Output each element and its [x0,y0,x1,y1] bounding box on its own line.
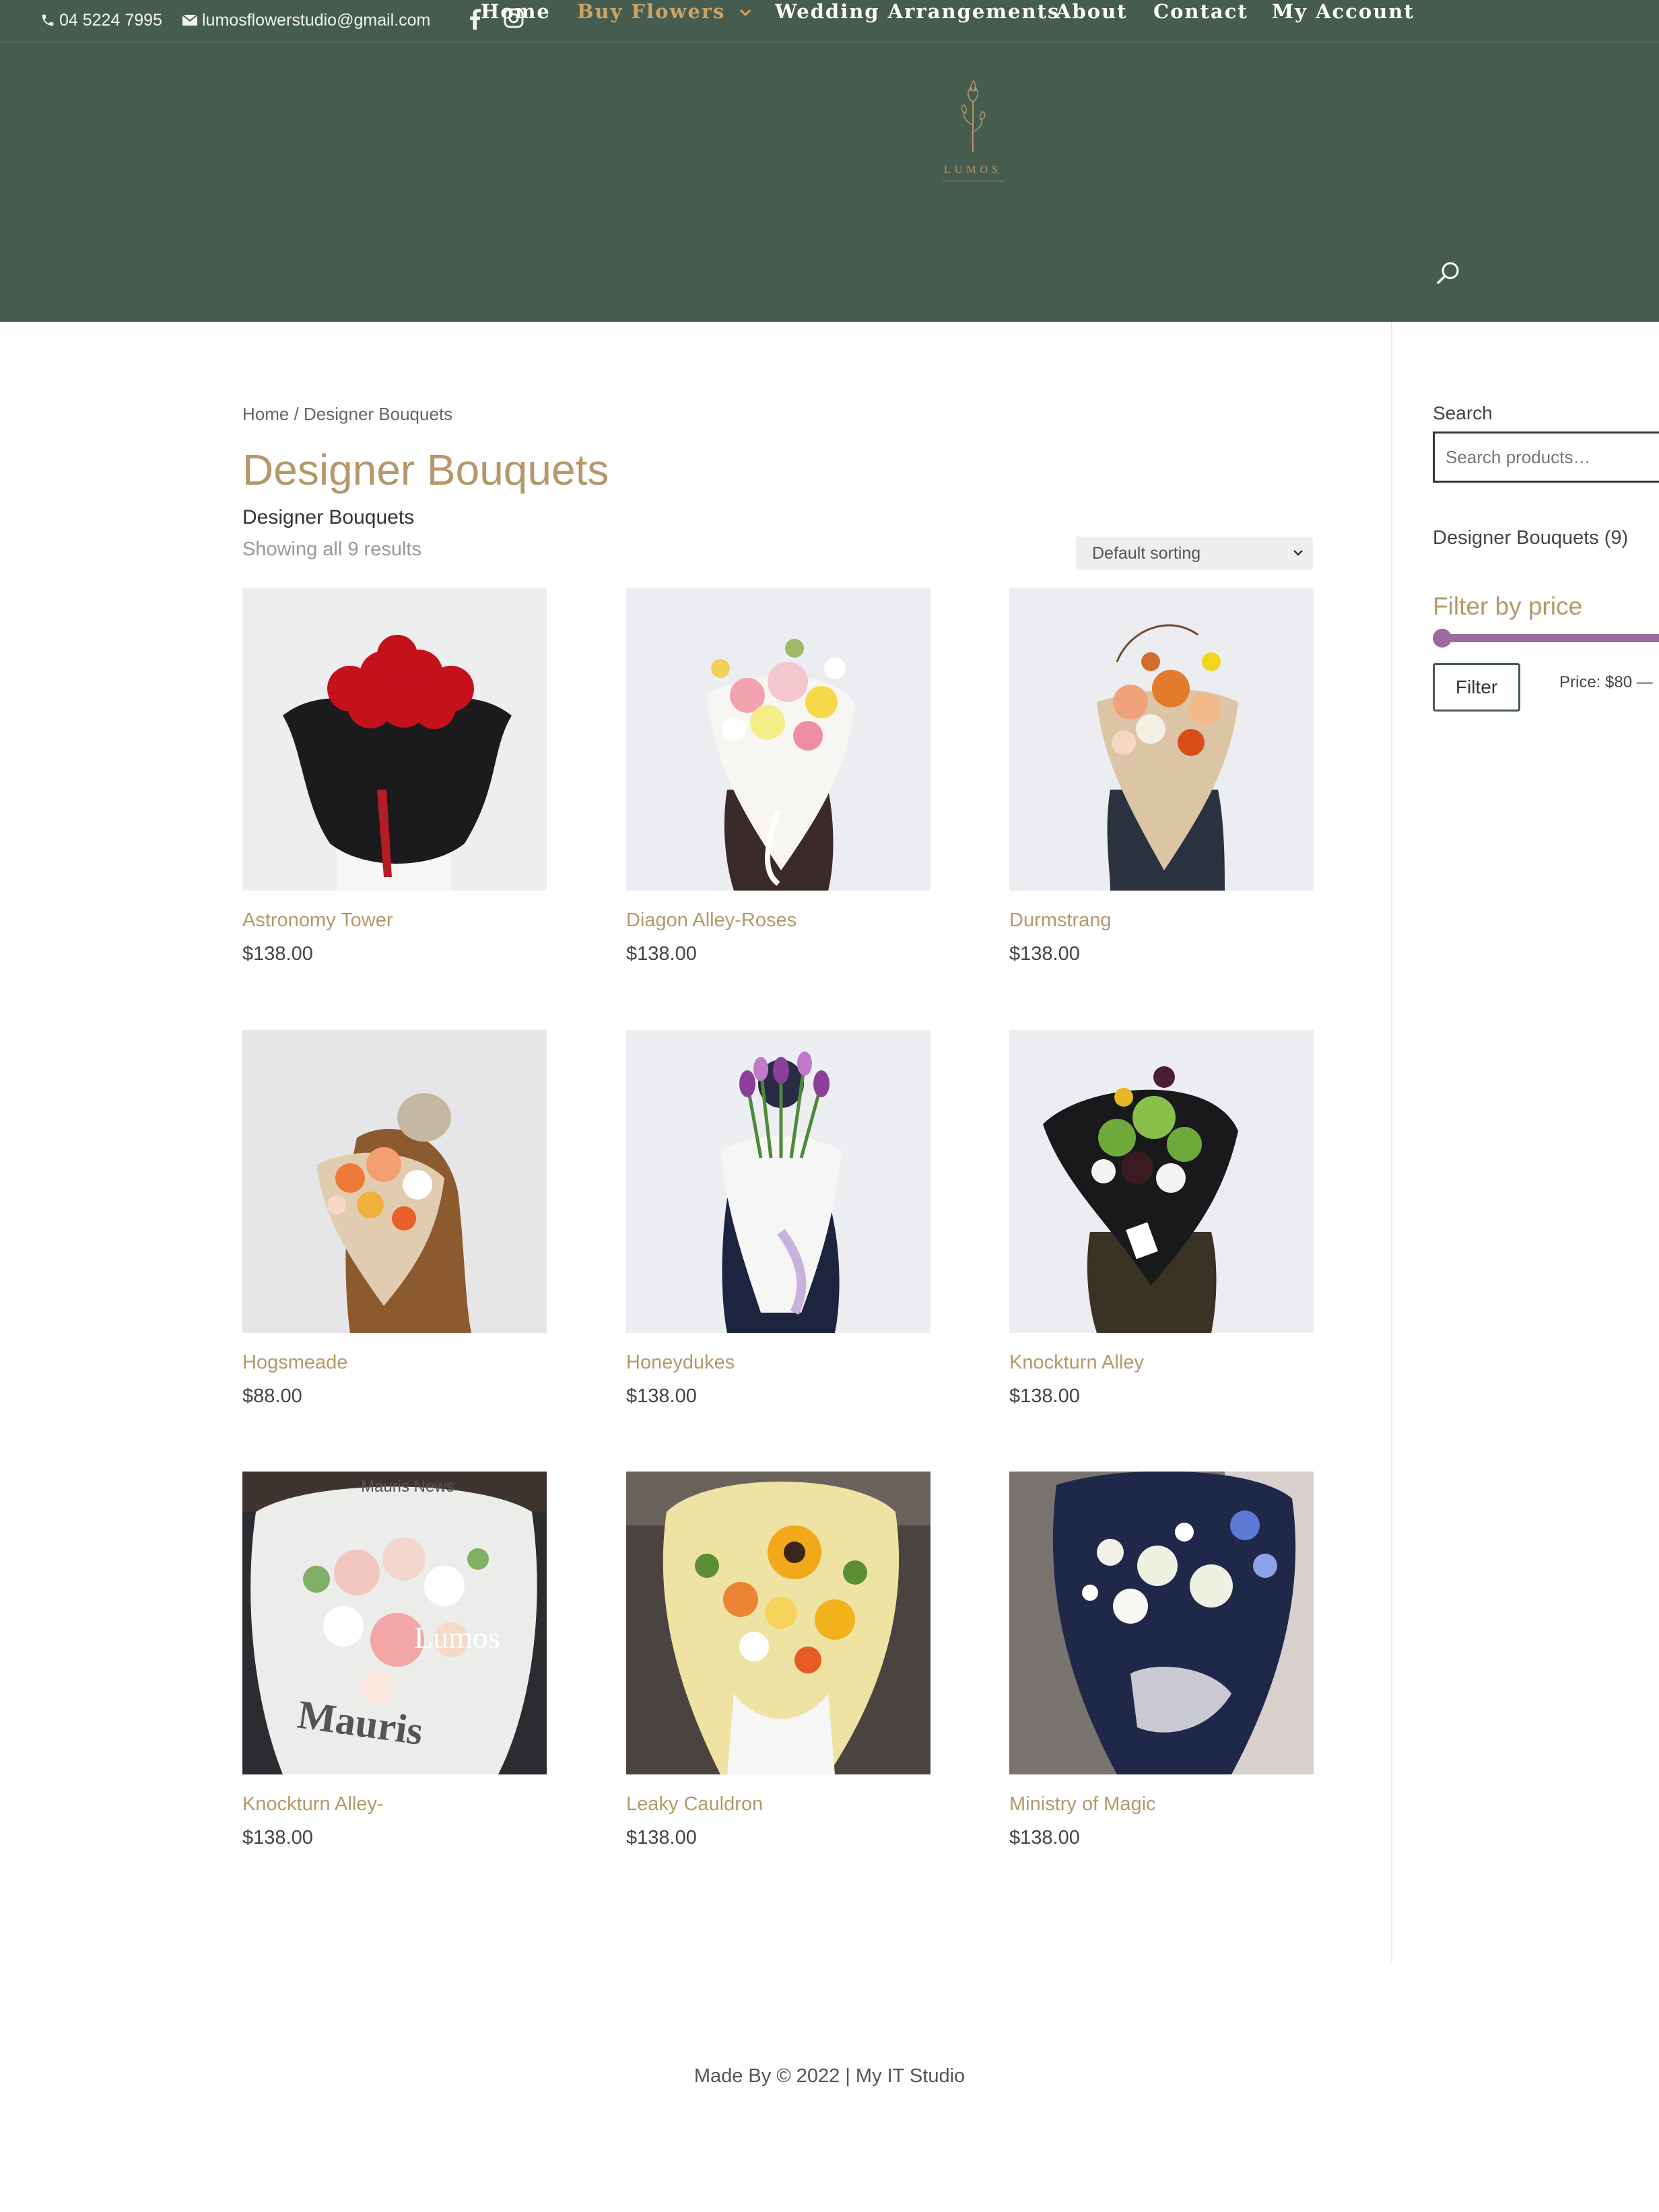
product-price: $138.00 [1009,1827,1080,1848]
product-image[interactable] [626,588,930,891]
product-image[interactable] [242,588,547,891]
sort-selected-value: Default sorting [1092,544,1201,563]
product-image[interactable] [626,1030,930,1333]
sidebar-search-label: Search [1433,403,1493,423]
watermark-text: Lumos [414,1620,500,1655]
product-name[interactable]: Knockturn Alley [1009,1352,1144,1374]
breadcrumb[interactable]: Home / Designer Bouquets [242,404,452,425]
site-header [0,43,1659,322]
sort-select[interactable]: Default sorting [1076,537,1313,570]
nav-my-account[interactable]: My Account [1272,0,1415,27]
product-name[interactable]: Knockturn Alley- [242,1793,384,1816]
nav-contact[interactable]: Contact [1153,0,1248,27]
product-price: $88.00 [242,1385,302,1407]
product-search-input[interactable] [1433,431,1659,483]
phone-contact[interactable]: 04 5224 7995 [40,9,162,31]
product-image[interactable]: Mauris News Mauris Lumos [242,1472,547,1774]
product-name[interactable]: Durmstrang [1009,909,1112,932]
nav-buy-flowers-label: Buy Flowers [577,0,726,23]
product-price: $138.00 [242,1827,313,1848]
newspaper-text: Mauris News [361,1478,454,1496]
phone-number: 04 5224 7995 [59,11,162,30]
filter-button[interactable]: Filter [1433,663,1520,712]
product-image[interactable] [626,1472,930,1774]
price-slider-track[interactable] [1433,634,1659,642]
category-description: Designer Bouquets [242,506,415,528]
product-name[interactable]: Leaky Cauldron [626,1793,763,1816]
page-title: Designer Bouquets [242,446,609,494]
facebook-icon[interactable] [469,8,481,30]
product-image[interactable] [242,1030,547,1333]
results-count: Showing all 9 results [242,539,421,560]
category-link[interactable]: Designer Bouquets (9) [1433,527,1628,549]
nav-about[interactable]: About [1056,0,1128,27]
product-name[interactable]: Hogsmeade [242,1352,347,1374]
chevron-down-icon [739,9,751,17]
product-price: $138.00 [626,1385,697,1407]
nav-buy-flowers[interactable]: Buy Flowers [577,0,751,27]
nav-wedding-arrangements[interactable]: Wedding Arrangements [775,0,1060,27]
product-price: $138.00 [626,943,697,965]
product-name[interactable]: Ministry of Magic [1009,1793,1156,1816]
price-slider-handle[interactable] [1433,629,1452,648]
product-price: $138.00 [1009,943,1080,965]
logo-wordmark: LUMOS [943,164,1002,176]
product-name[interactable]: Diagon Alley-Roses [626,909,797,932]
chevron-down-icon [1293,550,1303,556]
product-image[interactable] [1009,1472,1314,1774]
product-price: $138.00 [242,943,313,965]
logo-underline [943,180,1003,182]
site-logo[interactable]: LUMOS [936,65,1010,186]
product-image[interactable] [1009,588,1314,891]
email-address: lumosflowerstudio@gmail.com [202,11,431,30]
product-price: $138.00 [626,1827,697,1848]
price-range-text: Price: $80 — [1559,673,1653,691]
product-image[interactable] [1009,1030,1314,1333]
sidebar-divider [1391,322,1392,1963]
filter-by-price-title: Filter by price [1433,592,1583,620]
search-icon[interactable] [1435,260,1462,287]
product-price: $138.00 [1009,1385,1080,1407]
footer-credit: Made By © 2022 | My IT Studio [693,2065,966,2087]
product-name[interactable]: Astronomy Tower [242,909,393,932]
email-contact[interactable]: lumosflowerstudio@gmail.com [182,9,430,31]
nav-home[interactable]: Home [481,0,551,27]
flower-logo-icon [961,79,986,153]
phone-icon [42,14,54,26]
product-name[interactable]: Honeydukes [626,1352,735,1374]
envelope-icon [182,14,198,26]
